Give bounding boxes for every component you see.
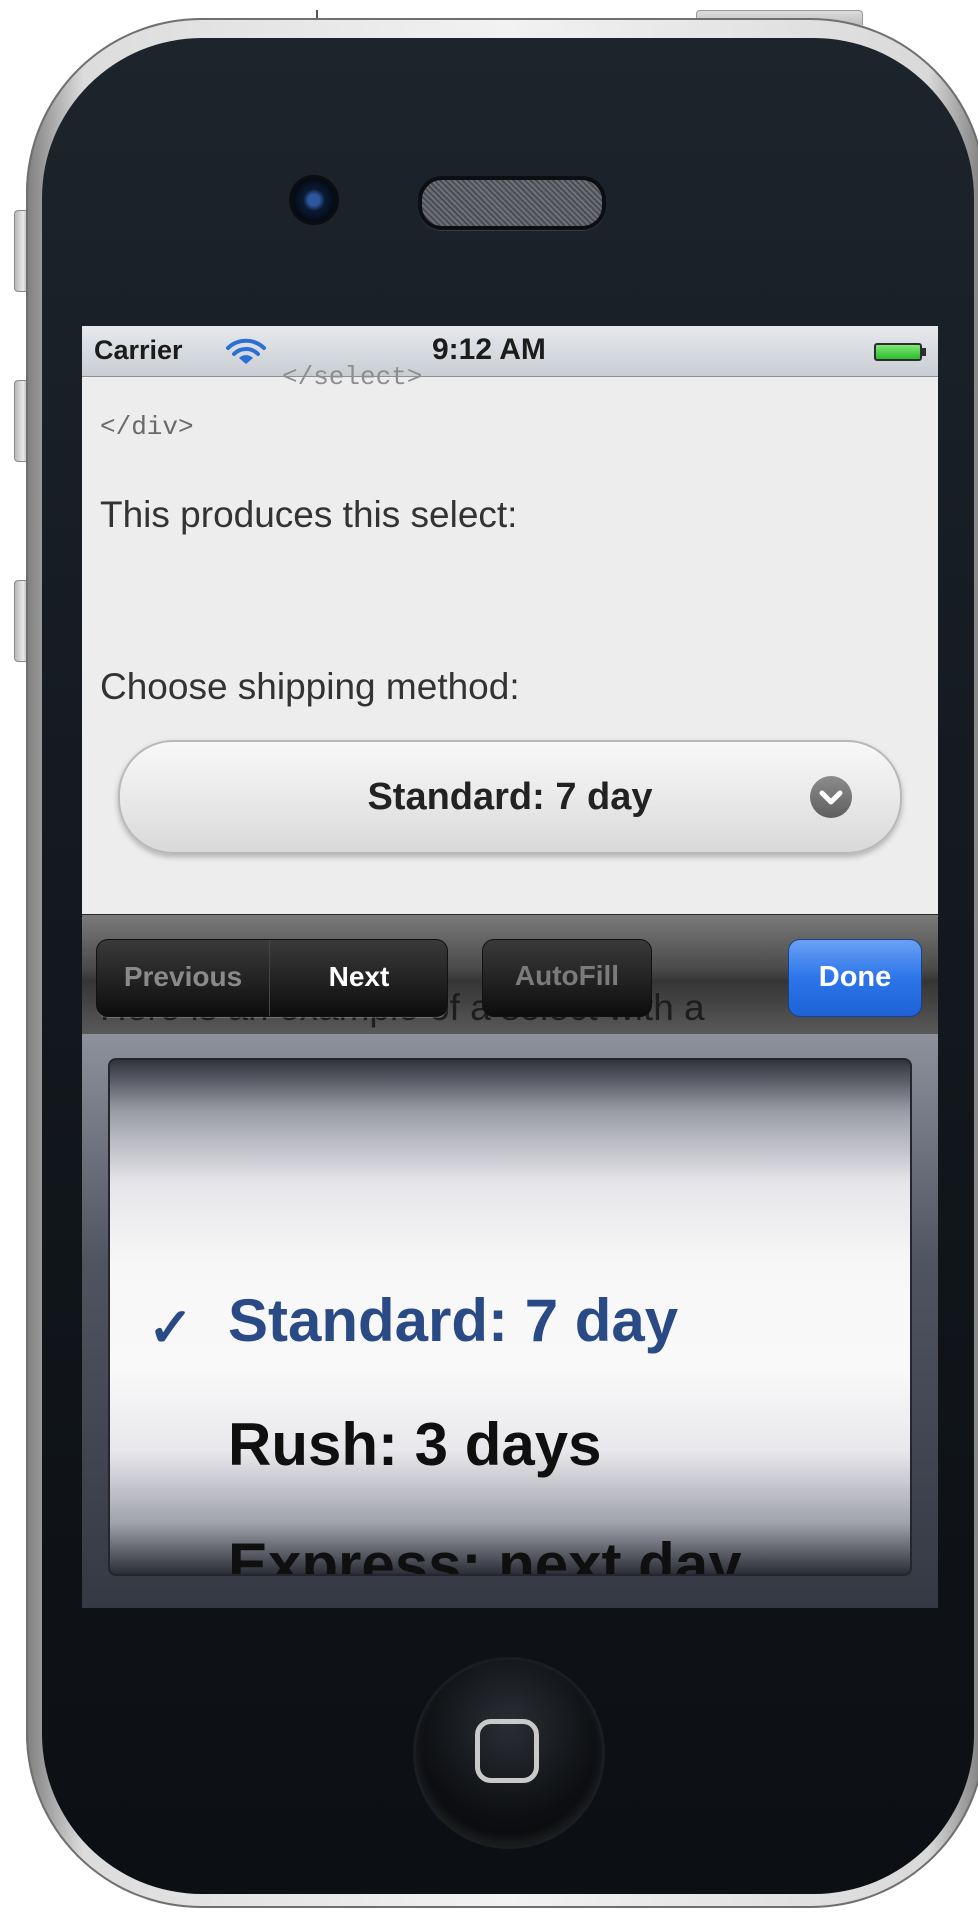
next-button[interactable]: Next [271,940,447,1016]
select-current-value: Standard: 7 day [367,776,653,818]
body-paragraph: This produces this select: [100,494,518,535]
carrier-label: Carrier [94,335,183,365]
picker-option[interactable]: Rush: 3 days [228,1410,601,1479]
shipping-method-select[interactable]: Standard: 7 day [118,740,902,854]
picker-wheel[interactable]: ✓ Standard: 7 day Rush: 3 days Express: … [108,1058,912,1576]
prev-next-segment: Previous Next [96,939,448,1017]
done-button[interactable]: Done [788,939,922,1017]
previous-button[interactable]: Previous [97,940,270,1016]
home-button[interactable] [416,1660,602,1846]
select-label: Choose shipping method: [100,666,520,707]
picker-option[interactable]: Express: next day [228,1530,742,1574]
code-select-close: </select> [282,362,423,392]
status-time: 9:12 AM [432,333,546,366]
status-bar: Carrier 9:12 AM [82,326,938,377]
earpiece-speaker [418,176,606,230]
autofill-button[interactable]: AutoFill [482,939,652,1017]
chevron-down-icon [810,776,852,818]
wifi-icon [224,336,268,371]
code-div-close: </div> [100,412,194,442]
form-accessory-bar: Here is an example of a select with a Pr… [82,914,938,1035]
picker-frame: ✓ Standard: 7 day Rush: 3 days Express: … [82,1034,938,1608]
front-camera [292,178,336,222]
battery-tip [922,348,926,356]
home-square-icon [475,1719,539,1783]
checkmark-icon: ✓ [148,1298,194,1358]
battery-icon [874,343,922,361]
picker-option-selected[interactable]: Standard: 7 day [228,1286,678,1355]
phone-screen: Carrier 9:12 AM </select> </div> This pr… [82,326,938,1608]
